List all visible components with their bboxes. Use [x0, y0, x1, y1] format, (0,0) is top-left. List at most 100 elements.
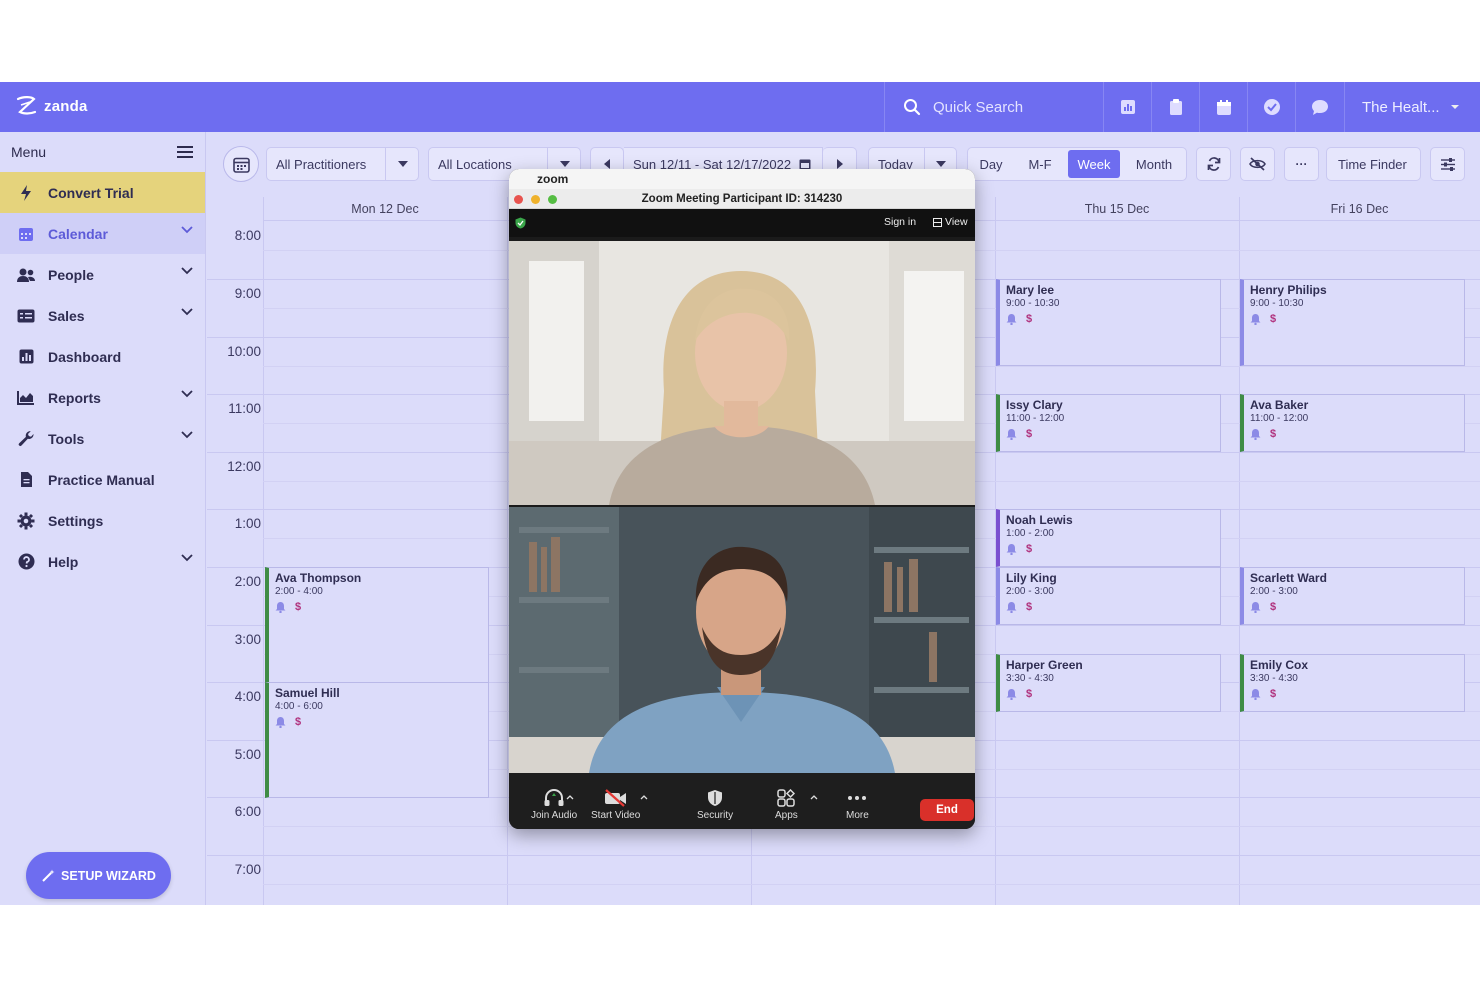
organisation-dropdown[interactable]: The Healt... — [1344, 82, 1480, 132]
appointment-card[interactable]: Ava Thompson 2:00 - 4:00 $ — [265, 567, 489, 683]
sidebar-item-reports[interactable]: Reports — [0, 377, 205, 418]
chevron-up-icon[interactable] — [810, 795, 818, 800]
appointment-name: Mary lee — [1006, 283, 1055, 297]
appointment-card[interactable]: Scarlett Ward 2:00 - 3:00 $ — [1240, 567, 1465, 625]
view-button[interactable]: View — [933, 216, 968, 228]
minimize-window-button[interactable] — [531, 195, 540, 204]
check-circle-icon — [1263, 99, 1280, 115]
view-mf-button[interactable]: M-F — [1014, 148, 1066, 180]
appointment-card[interactable]: Mary lee 9:00 - 10:30 $ — [996, 279, 1221, 366]
participant-video-2[interactable] — [509, 507, 975, 773]
appointment-name: Ava Baker — [1250, 398, 1309, 412]
tasks-button[interactable] — [1151, 82, 1199, 132]
security-button[interactable]: Security — [697, 789, 733, 821]
hamburger-icon[interactable] — [177, 145, 193, 159]
appointment-card[interactable]: Noah Lewis 1:00 - 2:00 $ — [996, 509, 1221, 567]
appointment-time: 11:00 - 12:00 — [1250, 413, 1309, 424]
time-finder-button[interactable]: Time Finder — [1326, 147, 1421, 181]
view-switcher: Day M-F Week Month — [967, 147, 1187, 181]
hide-button[interactable] — [1240, 147, 1275, 181]
practitioners-value: All Practitioners — [276, 156, 367, 172]
appointment-card[interactable]: Emily Cox 3:30 - 4:30 $ — [1240, 654, 1465, 712]
maximize-window-button[interactable] — [548, 195, 557, 204]
date-picker-button[interactable] — [223, 146, 259, 182]
refresh-button[interactable] — [1196, 147, 1231, 181]
view-month-button[interactable]: Month — [1122, 148, 1186, 180]
appointment-time: 1:00 - 2:00 — [1006, 528, 1054, 539]
practitioners-select[interactable]: All Practitioners — [266, 147, 419, 181]
appointment-card[interactable]: Samuel Hill 4:00 - 6:00 $ — [265, 682, 489, 798]
bell-icon — [1006, 689, 1017, 700]
time-finder-label: Time Finder — [1338, 156, 1407, 172]
chat-icon — [1311, 99, 1328, 115]
start-video-button[interactable]: Start Video — [591, 789, 640, 821]
shield-icon — [708, 790, 723, 806]
appointment-card[interactable]: Issy Clary 11:00 - 12:00 $ — [996, 394, 1221, 452]
calendar-icon — [16, 224, 36, 244]
sidebar-item-help[interactable]: Help — [0, 541, 205, 582]
chevron-down-icon — [181, 554, 193, 562]
headphones-icon — [544, 789, 564, 806]
calendar-shortcut-button[interactable] — [1199, 82, 1247, 132]
sidebar-item-dashboard[interactable]: Dashboard — [0, 336, 205, 377]
check-button[interactable] — [1247, 82, 1295, 132]
setup-wizard-button[interactable]: SETUP WIZARD — [26, 852, 171, 899]
appointment-card[interactable]: Ava Baker 11:00 - 12:00 $ — [1240, 394, 1465, 452]
end-meeting-button[interactable]: End — [920, 799, 974, 821]
stats-button[interactable] — [1103, 82, 1151, 132]
sidebar-item-calendar[interactable]: Calendar — [0, 213, 205, 254]
sidebar: Menu Convert Trial Calendar People Sales… — [0, 132, 206, 905]
sidebar-item-sales[interactable]: Sales — [0, 295, 205, 336]
sidebar-item-practice-manual[interactable]: Practice Manual — [0, 459, 205, 500]
bell-icon — [275, 602, 286, 613]
video-off-icon — [604, 789, 626, 807]
appointment-card[interactable]: Harper Green 3:30 - 4:30 $ — [996, 654, 1221, 712]
zoom-title-bar: Zoom Meeting Participant ID: 314230 — [509, 189, 975, 209]
sidebar-item-label: Tools — [48, 430, 85, 447]
chevron-up-icon[interactable] — [566, 795, 574, 800]
appointment-time: 2:00 - 3:00 — [1250, 586, 1298, 597]
view-day-button[interactable]: Day — [968, 148, 1014, 180]
sales-icon — [16, 306, 36, 326]
appointment-time: 4:00 - 6:00 — [275, 701, 323, 712]
apps-button[interactable]: Apps — [775, 789, 798, 821]
sidebar-item-label: Sales — [48, 307, 85, 324]
people-icon — [16, 265, 36, 285]
messages-button[interactable] — [1295, 82, 1343, 132]
logo[interactable]: zanda — [14, 94, 88, 118]
shield-check-icon — [515, 217, 526, 229]
locations-value: All Locations — [438, 156, 512, 172]
participant-video-1[interactable] — [509, 241, 975, 505]
sign-in-link[interactable]: Sign in — [884, 216, 916, 228]
sidebar-item-label: Convert Trial — [48, 184, 134, 201]
more-button[interactable]: More — [846, 789, 869, 821]
join-audio-label: Join Audio — [531, 810, 578, 821]
bell-icon — [1006, 429, 1017, 440]
appointment-card[interactable]: Henry Philips 9:00 - 10:30 $ — [1240, 279, 1465, 366]
gear-icon — [16, 511, 36, 531]
appointment-card[interactable]: Lily King 2:00 - 3:00 $ — [996, 567, 1221, 625]
quick-search[interactable]: Quick Search — [884, 82, 1102, 132]
sidebar-item-people[interactable]: People — [0, 254, 205, 295]
appointment-name: Noah Lewis — [1006, 513, 1073, 527]
sidebar-item-convert-trial[interactable]: Convert Trial — [0, 172, 205, 213]
chevron-up-icon[interactable] — [640, 795, 648, 800]
sidebar-item-tools[interactable]: Tools — [0, 418, 205, 459]
participant-man-image — [509, 507, 975, 773]
join-audio-button[interactable]: Join Audio — [531, 789, 577, 821]
close-window-button[interactable] — [514, 195, 523, 204]
caret-left-icon — [604, 159, 610, 169]
document-icon — [16, 470, 36, 490]
bell-icon — [1006, 544, 1017, 555]
view-week-button[interactable]: Week — [1068, 150, 1120, 178]
zanda-logo-icon — [16, 96, 37, 115]
caret-down-icon — [385, 148, 419, 180]
wrench-icon — [16, 429, 36, 449]
settings-sliders-button[interactable] — [1430, 147, 1465, 181]
time-label: 11:00 — [228, 401, 261, 416]
more-options-button[interactable]: ··· — [1284, 147, 1319, 181]
time-label: 12:00 — [227, 459, 261, 474]
payment-icon: $ — [1270, 428, 1277, 440]
bell-icon — [1250, 689, 1261, 700]
sidebar-item-settings[interactable]: Settings — [0, 500, 205, 541]
